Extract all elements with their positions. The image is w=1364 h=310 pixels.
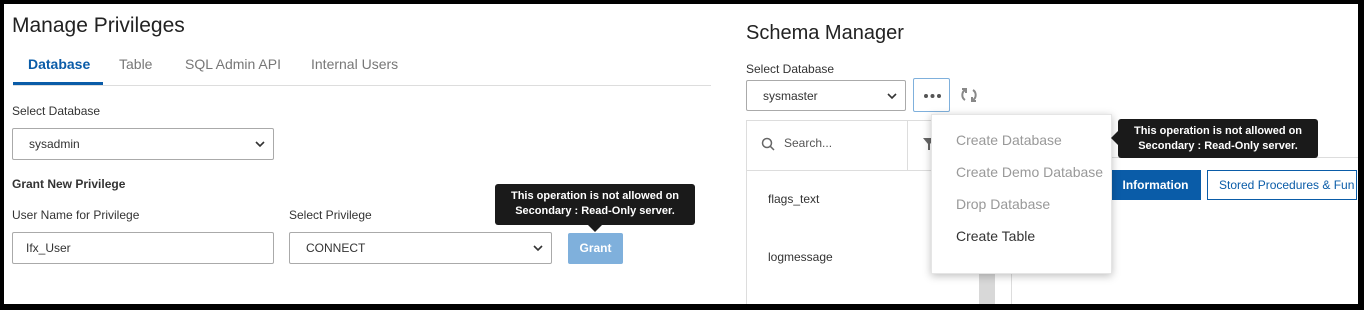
tooltip-line-1: This operation is not allowed on — [1133, 125, 1303, 137]
tab-table[interactable]: Table — [119, 56, 152, 72]
tooltip-line-1: This operation is not allowed on — [510, 190, 680, 202]
tooltip-line-2: Secondary : Read-Only server. — [515, 205, 675, 217]
grant-button[interactable]: Grant — [568, 233, 623, 264]
search-icon — [761, 137, 775, 151]
select-privilege-label: Select Privilege — [289, 208, 372, 222]
menu-item-drop-database[interactable]: Drop Database — [956, 196, 1050, 212]
app-frame: Manage Privileges Database Table SQL Adm… — [4, 4, 1358, 304]
tooltip-arrow — [1111, 131, 1118, 145]
chevron-down-icon — [255, 141, 265, 148]
more-horizontal-icon — [924, 94, 941, 98]
schema-select-database-label: Select Database — [746, 62, 835, 76]
refresh-icon[interactable] — [959, 85, 979, 105]
select-database-label: Select Database — [12, 104, 101, 118]
user-name-label: User Name for Privilege — [12, 208, 140, 222]
more-options-button[interactable] — [913, 78, 950, 112]
stored-procedures-button[interactable]: Stored Procedures & Fun — [1207, 170, 1357, 200]
tabs-divider — [13, 85, 711, 86]
menu-item-create-demo-database[interactable]: Create Demo Database — [956, 164, 1103, 180]
schema-database-select-value: sysmaster — [763, 88, 818, 103]
privilege-select[interactable]: CONNECT — [289, 232, 552, 264]
menu-item-create-table[interactable]: Create Table — [956, 228, 1035, 244]
information-button[interactable]: Information — [1110, 170, 1201, 200]
tab-internal-users[interactable]: Internal Users — [311, 56, 398, 72]
tables-search-input[interactable]: Search... — [784, 136, 832, 150]
read-only-tooltip: This operation is not allowed on Seconda… — [495, 184, 695, 225]
privilege-select-value: CONNECT — [306, 241, 366, 255]
chevron-down-icon — [887, 92, 897, 99]
table-list-item[interactable]: flags_text — [768, 192, 819, 206]
schema-database-select[interactable]: sysmaster — [746, 80, 906, 111]
table-list-item[interactable]: logmessage — [768, 250, 833, 264]
schema-manager-title: Schema Manager — [746, 22, 904, 44]
grant-new-privilege-heading: Grant New Privilege — [12, 177, 126, 191]
tab-database[interactable]: Database — [28, 56, 90, 72]
tooltip-arrow — [588, 225, 602, 232]
filter-divider — [907, 120, 908, 170]
chevron-down-icon — [533, 245, 543, 252]
user-name-field[interactable]: Ifx_User — [12, 232, 274, 264]
database-select-value: sysadmin — [29, 137, 80, 151]
page-title: Manage Privileges — [12, 14, 185, 37]
read-only-tooltip: This operation is not allowed on Seconda… — [1118, 119, 1318, 158]
tooltip-line-2: Secondary : Read-Only server. — [1138, 140, 1298, 152]
menu-item-create-database[interactable]: Create Database — [956, 132, 1062, 148]
tab-sql-admin-api[interactable]: SQL Admin API — [185, 56, 281, 72]
database-select[interactable]: sysadmin — [12, 128, 274, 160]
database-actions-menu: Create Database Create Demo Database Dro… — [931, 114, 1112, 274]
user-name-value: Ifx_User — [26, 241, 71, 255]
